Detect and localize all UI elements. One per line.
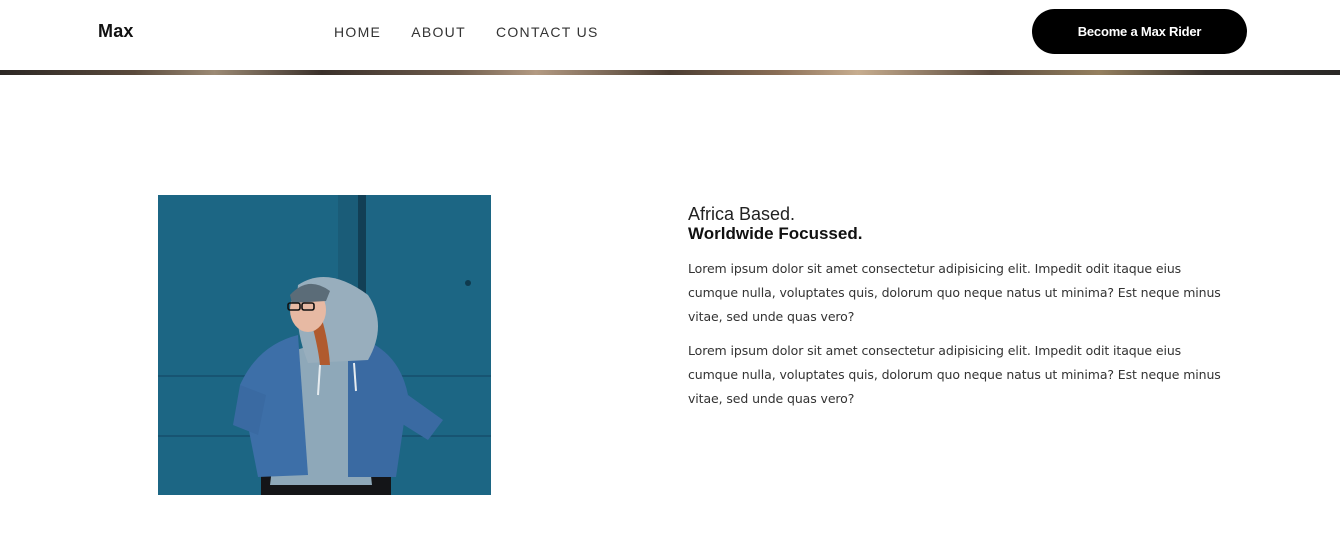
page: Max HOME ABOUT CONTACT US Become a Max R… [0, 0, 1340, 536]
about-section: Africa Based. Worldwide Focussed. Lorem … [688, 204, 1228, 421]
about-photo-illustration [158, 195, 491, 495]
about-photo [158, 195, 491, 495]
logo[interactable]: Max [98, 21, 134, 42]
main-nav: HOME ABOUT CONTACT US [334, 24, 599, 40]
nav-contact-link[interactable]: CONTACT US [496, 24, 599, 40]
nav-home-link[interactable]: HOME [334, 24, 381, 40]
about-paragraph-2: Lorem ipsum dolor sit amet consectetur a… [688, 343, 1221, 406]
about-paragraph-1: Lorem ipsum dolor sit amet consectetur a… [688, 261, 1221, 324]
about-title-line2: Worldwide Focussed. [688, 224, 863, 243]
about-title-line1: Africa Based. [688, 204, 796, 224]
nav-about-link[interactable]: ABOUT [411, 24, 466, 40]
become-rider-button[interactable]: Become a Max Rider [1032, 9, 1247, 54]
site-header: Max HOME ABOUT CONTACT US Become a Max R… [0, 0, 1340, 70]
hero-image-edge [0, 70, 1340, 75]
